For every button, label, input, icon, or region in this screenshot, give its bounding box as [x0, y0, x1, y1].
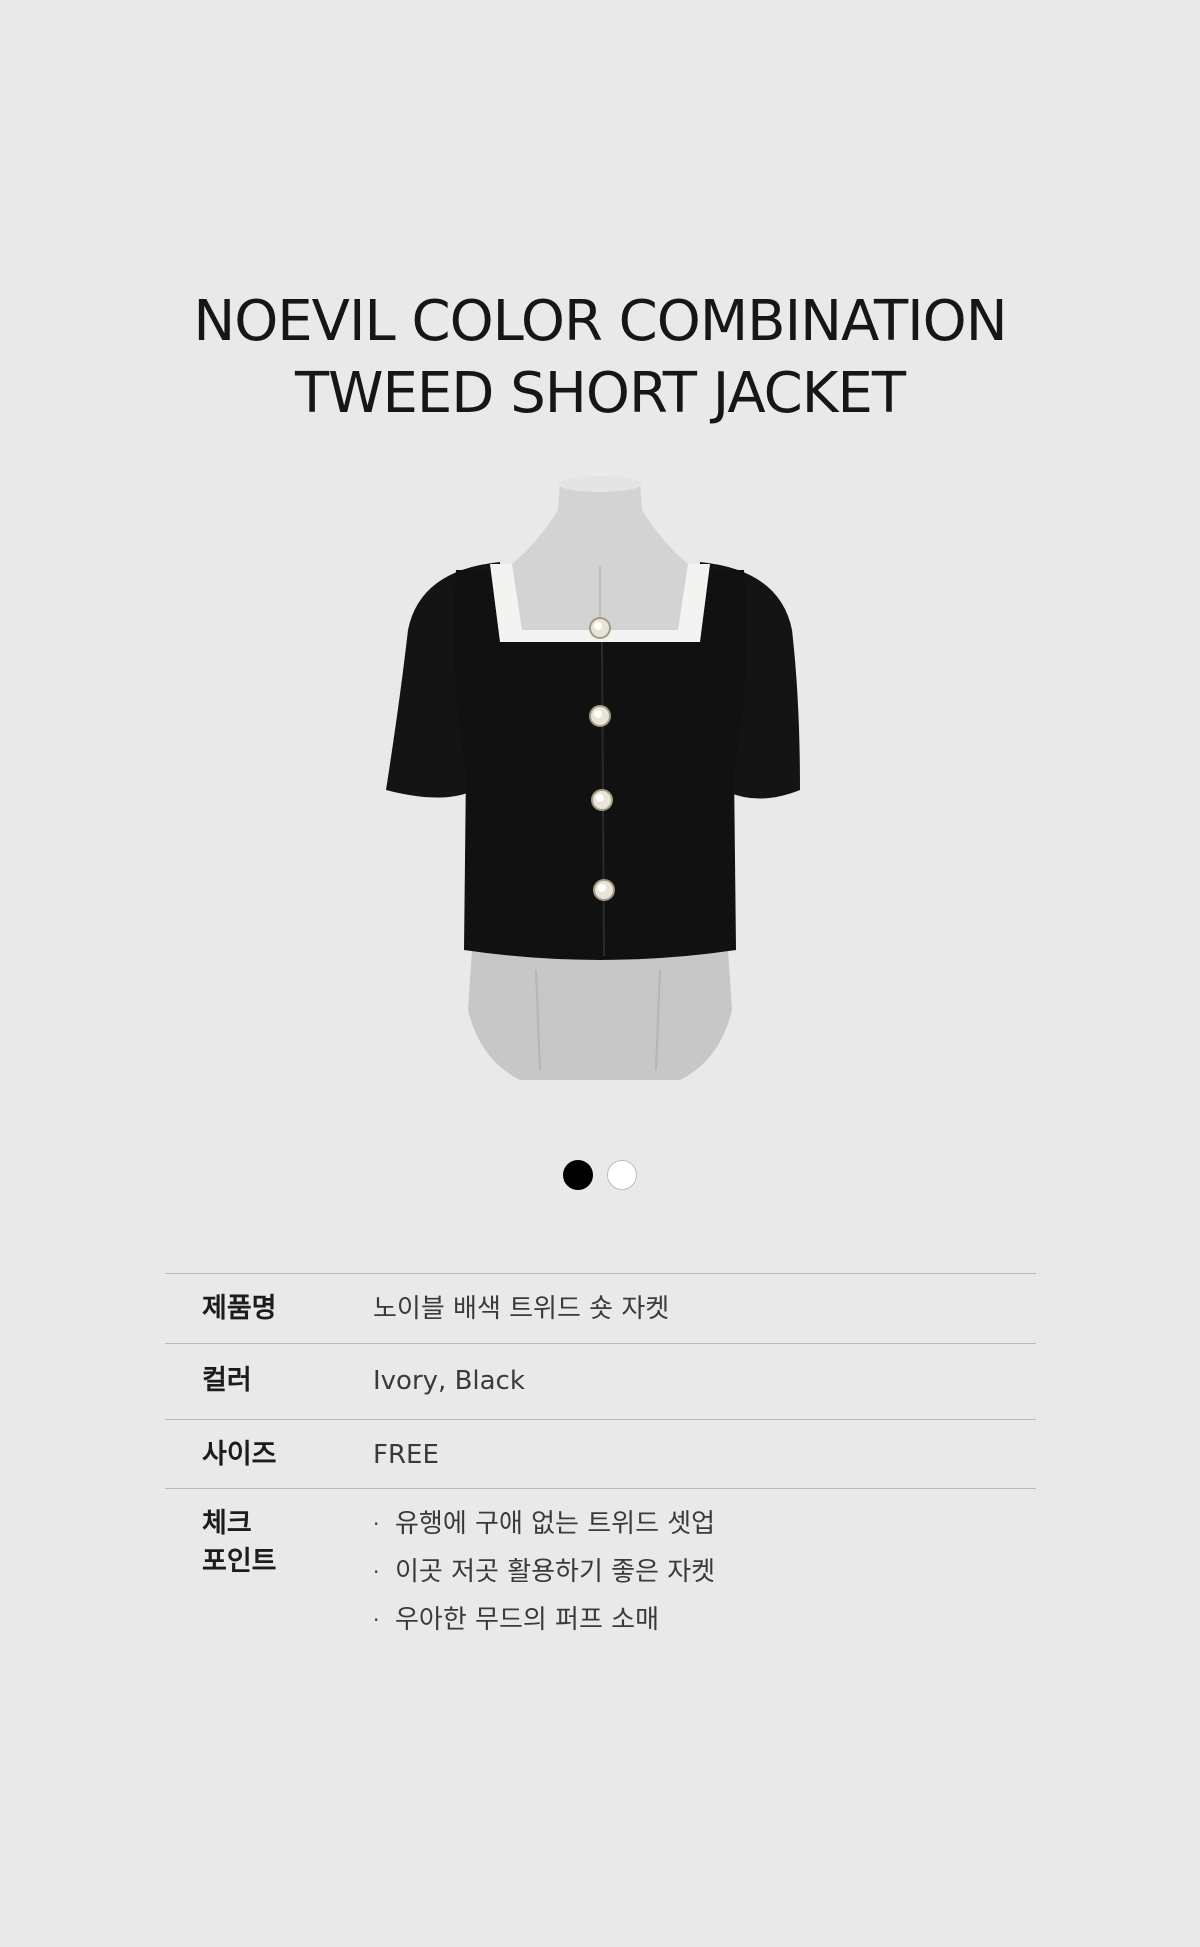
check-point-text: 이곳 저곳 활용하기 좋은 자켓	[395, 1557, 716, 1587]
bullet-icon: ·	[373, 1560, 380, 1584]
check-points-list: · 유행에 구애 없는 트위드 셋업 · 이곳 저곳 활용하기 좋은 자켓 · …	[373, 1505, 715, 1649]
spec-label-check-line-1: 체크	[202, 1508, 252, 1539]
spec-value-check-points: · 유행에 구애 없는 트위드 셋업 · 이곳 저곳 활용하기 좋은 자켓 · …	[373, 1505, 715, 1658]
jacket-on-mannequin-icon	[386, 476, 800, 1080]
color-swatches	[0, 1160, 1200, 1190]
spec-label-color: 컬러	[202, 1365, 252, 1396]
color-swatch-white[interactable]	[607, 1160, 637, 1190]
list-item: · 우아한 무드의 퍼프 소매	[373, 1601, 715, 1649]
spec-row-color: 컬러 Ivory, Black	[165, 1343, 1036, 1419]
spec-row-check-points: 체크 포인트 · 유행에 구애 없는 트위드 셋업 · 이곳 저곳 활용하기 좋…	[165, 1488, 1036, 1658]
list-item: · 이곳 저곳 활용하기 좋은 자켓	[373, 1553, 715, 1601]
product-image	[360, 470, 840, 1090]
product-title: NOEVIL COLOR COMBINATION TWEED SHORT JAC…	[0, 286, 1200, 430]
spec-label-check-points: 체크 포인트	[165, 1505, 373, 1658]
bullet-icon: ·	[373, 1608, 380, 1632]
color-swatch-black[interactable]	[563, 1160, 593, 1190]
spec-row-size: 사이즈 FREE	[165, 1419, 1036, 1488]
spec-value-product-name: 노이블 배색 트위드 숏 자켓	[373, 1294, 670, 1324]
spec-label-product-name: 제품명	[202, 1293, 277, 1324]
spec-label-check-line-2: 포인트	[202, 1546, 277, 1577]
title-line-2: TWEED SHORT JACKET	[294, 360, 906, 426]
check-point-text: 우아한 무드의 퍼프 소매	[395, 1605, 659, 1635]
spec-label-size: 사이즈	[202, 1439, 277, 1470]
check-point-text: 유행에 구애 없는 트위드 셋업	[395, 1509, 716, 1539]
spec-value-color: Ivory, Black	[373, 1366, 525, 1396]
product-spec-table: 제품명 노이블 배색 트위드 숏 자켓 컬러 Ivory, Black 사이즈 …	[165, 1273, 1036, 1658]
bullet-icon: ·	[373, 1512, 380, 1536]
list-item: · 유행에 구애 없는 트위드 셋업	[373, 1505, 715, 1553]
spec-value-size: FREE	[373, 1440, 439, 1470]
title-line-1: NOEVIL COLOR COMBINATION	[193, 288, 1007, 354]
spec-row-product-name: 제품명 노이블 배색 트위드 숏 자켓	[165, 1273, 1036, 1343]
